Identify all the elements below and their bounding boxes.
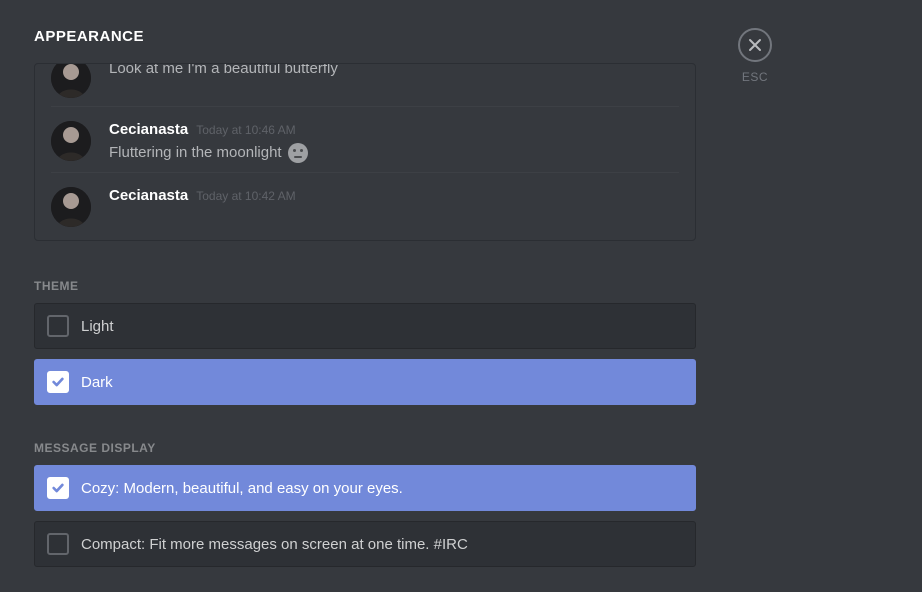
- page-title: APPEARANCE: [34, 28, 696, 45]
- theme-option-dark[interactable]: Dark: [34, 359, 696, 405]
- close-icon: [748, 38, 762, 52]
- option-label: Cozy: Modern, beautiful, and easy on you…: [81, 480, 403, 497]
- theme-section: THEME Light Dark: [34, 279, 696, 405]
- display-option-compact[interactable]: Compact: Fit more messages on screen at …: [34, 521, 696, 567]
- avatar: [51, 63, 91, 98]
- message-item: Cecianasta Today at 10:46 AM Fluttering …: [51, 106, 679, 172]
- theme-option-light[interactable]: Light: [34, 303, 696, 349]
- message-text: Look at me I'm a beautiful butterfly: [109, 63, 679, 80]
- display-option-cozy[interactable]: Cozy: Modern, beautiful, and easy on you…: [34, 465, 696, 511]
- close-button[interactable]: [738, 28, 772, 62]
- message-text: Fluttering in the moonlight: [109, 142, 282, 164]
- neutral-face-emoji: [288, 143, 308, 163]
- chat-preview: Look at me I'm a beautiful butterfly Cec…: [34, 63, 696, 241]
- option-label: Light: [81, 318, 114, 335]
- section-label-message-display: MESSAGE DISPLAY: [34, 441, 696, 455]
- message-timestamp: Today at 10:42 AM: [196, 189, 295, 203]
- option-label: Compact: Fit more messages on screen at …: [81, 536, 468, 553]
- checkbox-icon: [47, 371, 69, 393]
- message-item: Look at me I'm a beautiful butterfly: [51, 63, 679, 106]
- checkbox-icon: [47, 315, 69, 337]
- esc-label: ESC: [742, 70, 768, 84]
- checkbox-icon: [47, 477, 69, 499]
- avatar: [51, 187, 91, 227]
- message-username: Cecianasta: [109, 121, 188, 138]
- checkbox-icon: [47, 533, 69, 555]
- section-label-theme: THEME: [34, 279, 696, 293]
- avatar: [51, 121, 91, 161]
- option-label: Dark: [81, 374, 113, 391]
- message-timestamp: Today at 10:46 AM: [196, 123, 295, 137]
- message-username: Cecianasta: [109, 187, 188, 204]
- message-display-section: MESSAGE DISPLAY Cozy: Modern, beautiful,…: [34, 441, 696, 567]
- message-item: Cecianasta Today at 10:42 AM: [51, 172, 679, 235]
